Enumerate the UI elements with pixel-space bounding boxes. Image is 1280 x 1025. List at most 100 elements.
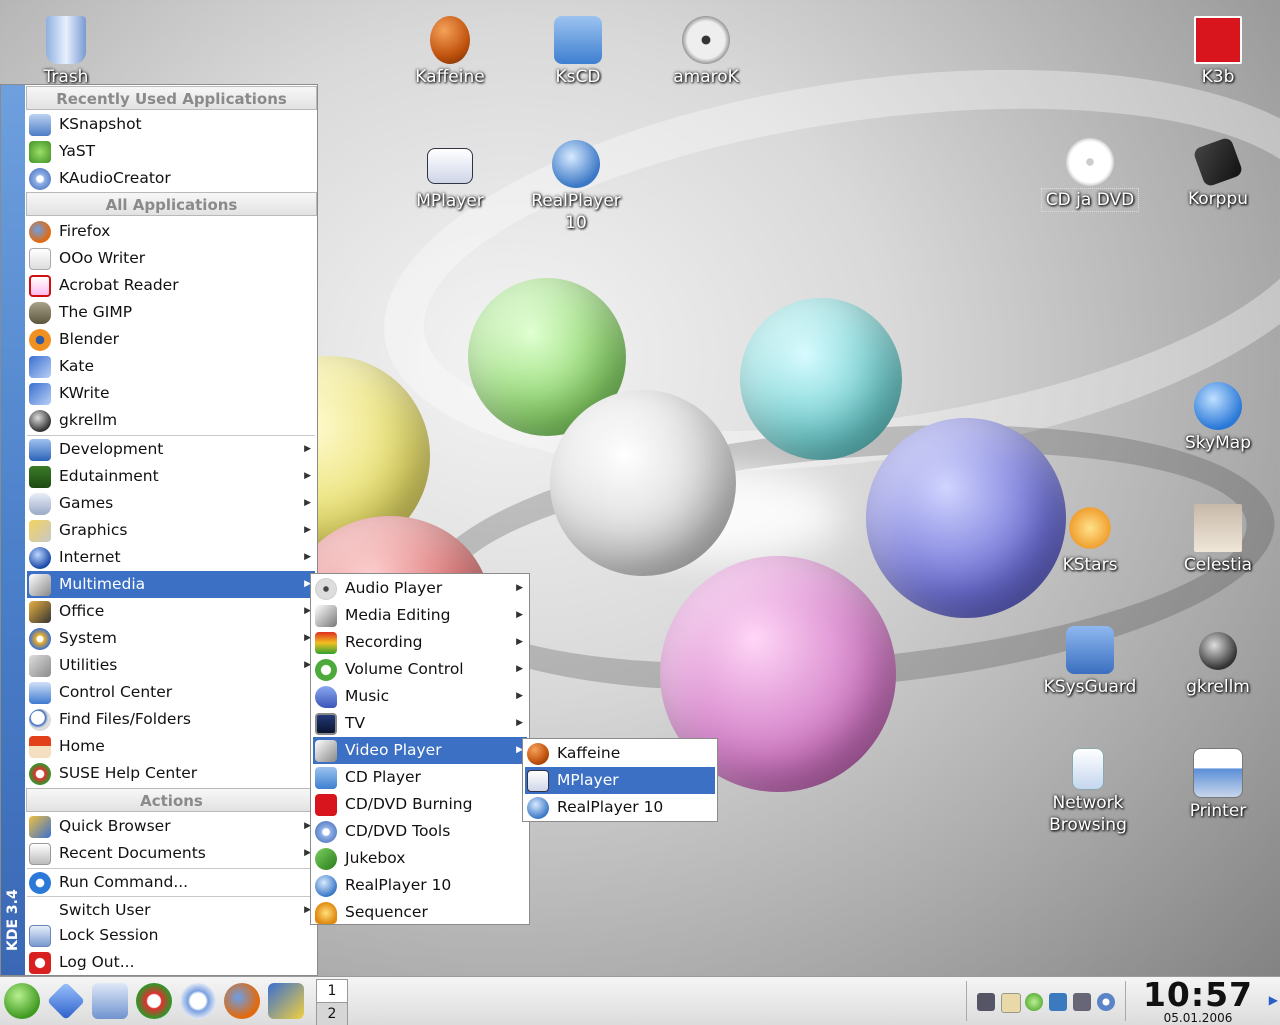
menu-item-switch-user[interactable]: Switch User ▶	[27, 897, 315, 924]
pager-desktop-1[interactable]: 1	[317, 980, 347, 1003]
games-icon	[29, 493, 51, 515]
kate-taskbar-icon[interactable]	[268, 983, 304, 1019]
amarok-desktop-icon[interactable]: amaroK	[646, 16, 766, 88]
kstars-telescope-icon	[1066, 504, 1114, 552]
menu-item-ksnapshot[interactable]: KSnapshot	[27, 111, 315, 138]
menu-item-firefox[interactable]: Firefox	[27, 218, 315, 245]
kscd-desktop-icon[interactable]: KsCD	[518, 16, 638, 88]
ksysguard-desktop-icon[interactable]: KSysGuard	[1030, 626, 1150, 698]
submenu-item-volume-control[interactable]: Volume Control ▶	[313, 656, 527, 683]
submenu-item-cd-dvd-tools[interactable]: CD/DVD Tools	[313, 818, 527, 845]
menu-item-gkrellm[interactable]: gkrellm	[27, 407, 315, 434]
suse-help-taskbar-icon[interactable]	[136, 983, 172, 1019]
konqueror-file-manager-icon[interactable]	[92, 983, 128, 1019]
cd-dvd-tools-icon	[315, 821, 337, 843]
menu-item-lock-session[interactable]: Lock Session	[27, 922, 315, 949]
gkrellm-desktop-icon[interactable]: gkrellm	[1158, 626, 1278, 698]
kstars-desktop-icon[interactable]: KStars	[1030, 504, 1150, 576]
korppu-desktop-icon[interactable]: Korppu	[1158, 136, 1278, 210]
submenu-item-tv[interactable]: TV ▶	[313, 710, 527, 737]
submenu-item-jukebox[interactable]: Jukebox	[313, 845, 527, 872]
k3b-desktop-icon[interactable]: K3b	[1158, 16, 1278, 88]
tray-settings-icon[interactable]	[1097, 993, 1115, 1011]
acrobat-icon	[29, 275, 51, 297]
trash-icon[interactable]: Trash	[6, 16, 126, 88]
menu-item-quick-browser[interactable]: Quick Browser ▶	[27, 813, 315, 840]
music-note-icon	[315, 686, 337, 708]
firefox-taskbar-icon[interactable]	[224, 983, 260, 1019]
ksnapshot-icon	[29, 114, 51, 136]
tray-suse-updater-icon[interactable]	[1025, 993, 1043, 1011]
submenu-arrow-icon: ▶	[516, 718, 523, 728]
submenu-item-media-editing[interactable]: Media Editing ▶	[313, 602, 527, 629]
tray-volume-icon[interactable]	[1073, 993, 1091, 1011]
menu-item-kwrite[interactable]: KWrite	[27, 380, 315, 407]
printer-desktop-icon[interactable]: Printer	[1158, 748, 1278, 822]
menu-item-system[interactable]: System ▶	[27, 625, 315, 652]
menu-item-kate[interactable]: Kate	[27, 353, 315, 380]
menu-item-yast[interactable]: YaST	[27, 138, 315, 165]
utilities-icon	[29, 655, 51, 677]
menu-item-graphics[interactable]: Graphics ▶	[27, 517, 315, 544]
submenu-item-cd-dvd-burning[interactable]: CD/DVD Burning	[313, 791, 527, 818]
submenu-arrow-icon: ▶	[304, 471, 311, 481]
menu-item-gimp[interactable]: The GIMP	[27, 299, 315, 326]
submenu-item-mplayer[interactable]: MPlayer	[525, 767, 715, 794]
recent-apps-header: Recently Used Applications	[26, 86, 317, 110]
submenu-item-video-player[interactable]: Video Player ▶	[313, 737, 527, 764]
recording-icon	[315, 632, 337, 654]
desktop-icon-label: KSysGuard	[1043, 677, 1137, 697]
celestia-desktop-icon[interactable]: Celestia	[1158, 504, 1278, 576]
submenu-item-realplayer[interactable]: RealPlayer 10	[313, 872, 527, 899]
menu-item-internet[interactable]: Internet ▶	[27, 544, 315, 571]
menu-item-games[interactable]: Games ▶	[27, 490, 315, 517]
blender-icon	[29, 329, 51, 351]
menu-item-log-out[interactable]: Log Out...	[27, 949, 315, 976]
submenu-item-sequencer[interactable]: Sequencer	[313, 899, 527, 926]
menu-item-blender[interactable]: Blender	[27, 326, 315, 353]
sequencer-icon	[315, 902, 337, 924]
submenu-item-cd-player[interactable]: CD Player	[313, 764, 527, 791]
network-browsing-desktop-icon[interactable]: Network Browsing	[1028, 748, 1148, 836]
menu-item-edutainment[interactable]: Edutainment ▶	[27, 463, 315, 490]
menu-item-recent-documents[interactable]: Recent Documents ▶	[27, 840, 315, 867]
tray-printer-icon[interactable]	[977, 993, 995, 1011]
realplayer-desktop-icon[interactable]: RealPlayer 10	[516, 140, 636, 234]
submenu-item-realplayer-10[interactable]: RealPlayer 10	[525, 794, 715, 821]
taskbar-hide-arrow-icon[interactable]: ▶	[1269, 993, 1278, 1007]
kaffeine-desktop-icon[interactable]: Kaffeine	[390, 16, 510, 88]
menu-item-home[interactable]: Home	[27, 733, 315, 760]
menu-item-kaudiocreator[interactable]: KAudioCreator	[27, 165, 315, 192]
cd-dvd-desktop-icon[interactable]: CD ja DVD	[1030, 138, 1150, 212]
menu-item-suse-help[interactable]: SUSE Help Center	[27, 760, 315, 787]
menu-item-development[interactable]: Development ▶	[27, 436, 315, 463]
submenu-arrow-icon: ▶	[304, 552, 311, 562]
menu-item-ooo-writer[interactable]: OOo Writer	[27, 245, 315, 272]
kaudiocreator-icon	[29, 168, 51, 190]
tray-network-icon[interactable]	[1049, 993, 1067, 1011]
submenu-item-music[interactable]: Music ▶	[313, 683, 527, 710]
submenu-item-audio-player[interactable]: Audio Player ▶	[313, 575, 527, 602]
run-command-gear-icon	[29, 872, 51, 894]
kontact-mail-icon[interactable]	[180, 983, 216, 1019]
clock[interactable]: 10:57 05.01.2006	[1128, 977, 1268, 1025]
menu-item-run-command[interactable]: Run Command...	[27, 869, 315, 896]
desktop-icon-label: Korppu	[1187, 189, 1249, 209]
internet-globe-icon	[29, 547, 51, 569]
k-menu-button[interactable]	[4, 983, 40, 1019]
network-icon	[1072, 748, 1104, 790]
menu-item-find-files[interactable]: Find Files/Folders	[27, 706, 315, 733]
menu-item-acrobat-reader[interactable]: Acrobat Reader	[27, 272, 315, 299]
mplayer-desktop-icon[interactable]: MPlayer	[390, 140, 510, 212]
tray-klipper-icon[interactable]	[1001, 993, 1021, 1013]
menu-item-utilities[interactable]: Utilities ▶	[27, 652, 315, 679]
menu-item-multimedia[interactable]: Multimedia ▶	[27, 571, 315, 598]
menu-item-office[interactable]: Office ▶	[27, 598, 315, 625]
submenu-item-kaffeine[interactable]: Kaffeine	[525, 740, 715, 767]
menu-item-control-center[interactable]: Control Center	[27, 679, 315, 706]
skymap-desktop-icon[interactable]: SkyMap	[1158, 382, 1278, 454]
show-desktop-icon[interactable]	[46, 981, 86, 1021]
submenu-item-recording[interactable]: Recording ▶	[313, 629, 527, 656]
k-menu: KDE 3.4 Recently Used Applications KSnap…	[0, 84, 318, 976]
pager-desktop-2[interactable]: 2	[317, 1003, 347, 1025]
